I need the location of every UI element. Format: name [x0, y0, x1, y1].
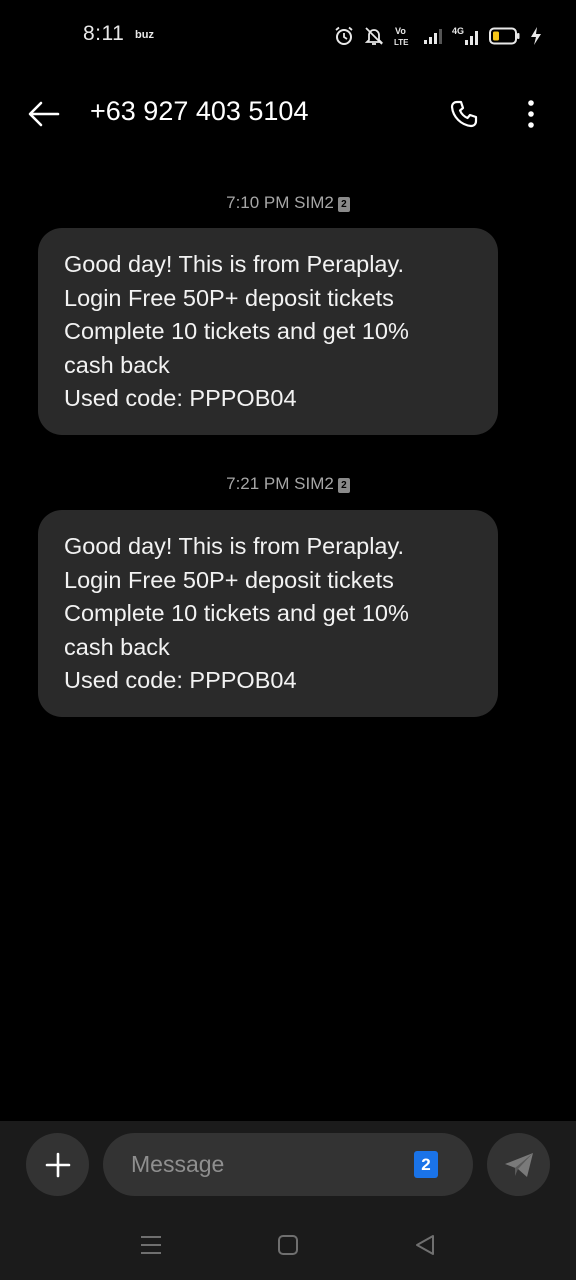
signal-4g-icon: 4G [452, 25, 480, 47]
sim-selector[interactable]: 2 [414, 1151, 438, 1178]
message-input[interactable] [131, 1133, 401, 1196]
message-field: 2 [103, 1133, 473, 1196]
mute-icon [363, 26, 385, 46]
message-timestamp: 7:10 PM SIM2 2 [0, 193, 576, 213]
sim-card-icon: 2 [337, 478, 350, 493]
home-button[interactable] [268, 1229, 308, 1261]
svg-text:4G: 4G [452, 26, 464, 36]
message-composer: 2 [0, 1121, 576, 1211]
status-time: 8:11 [83, 22, 125, 45]
message-line: Good day! This is from Peraplay. [64, 251, 405, 277]
message-timestamp: 7:21 PM SIM2 2 [0, 474, 576, 494]
message-bubble[interactable]: Good day! This is from Peraplay. Login F… [38, 510, 498, 717]
svg-text:LTE: LTE [394, 38, 409, 47]
volte-icon: Vo LTE [394, 25, 414, 47]
messages-screen: 8:11 buz Vo LTE 4G +63 927 403 5104 7:10… [0, 0, 576, 1280]
message-sim: SIM2 [294, 193, 334, 212]
back-triangle-icon [416, 1235, 434, 1255]
signal-sim1-icon [423, 27, 443, 45]
message-line: Used code: PPPOB04 [64, 667, 297, 694]
app-notification-indicator: buz [135, 29, 154, 41]
charging-icon [530, 26, 542, 46]
message-bubble[interactable]: Good day! This is from Peraplay. Login F… [38, 228, 498, 435]
message-line: Complete 10 tickets and get 10% [64, 318, 409, 345]
recents-button[interactable] [131, 1229, 171, 1261]
message-line: Good day! This is from Peraplay. [64, 533, 405, 559]
status-bar: 8:11 buz Vo LTE 4G [0, 0, 576, 72]
message-sim: SIM2 [294, 474, 334, 493]
call-button[interactable] [442, 94, 486, 134]
home-icon [278, 1235, 298, 1255]
recents-icon [141, 1236, 161, 1254]
back-arrow-icon [28, 101, 60, 127]
plus-icon [45, 1152, 70, 1177]
message-line: Login Free 50P+ deposit tickets [64, 284, 394, 311]
message-line: Used code: PPPOB04 [64, 385, 297, 412]
send-icon [504, 1152, 533, 1177]
phone-icon [450, 100, 478, 128]
conversation-header: +63 927 403 5104 [0, 78, 576, 150]
more-vert-icon [528, 100, 534, 128]
message-time: 7:10 PM [226, 193, 290, 212]
contact-phone-number: +63 927 403 5104 [90, 96, 309, 126]
status-icons: Vo LTE 4G [334, 22, 542, 50]
back-button[interactable] [22, 94, 66, 134]
svg-text:Vo: Vo [395, 26, 406, 36]
message-line: cash back [64, 351, 170, 378]
message-time: 7:21 PM [226, 474, 290, 493]
attach-button[interactable] [26, 1133, 89, 1196]
back-nav-button[interactable] [405, 1229, 445, 1261]
more-options-button[interactable] [512, 94, 550, 134]
system-nav-bar [0, 1211, 576, 1280]
sim-card-icon: 2 [337, 197, 350, 212]
message-line: Complete 10 tickets and get 10% [64, 600, 409, 627]
message-line: Login Free 50P+ deposit tickets [64, 566, 394, 593]
message-line: cash back [64, 633, 170, 660]
alarm-icon [334, 26, 354, 46]
battery-icon [489, 27, 521, 45]
send-button[interactable] [487, 1133, 550, 1196]
